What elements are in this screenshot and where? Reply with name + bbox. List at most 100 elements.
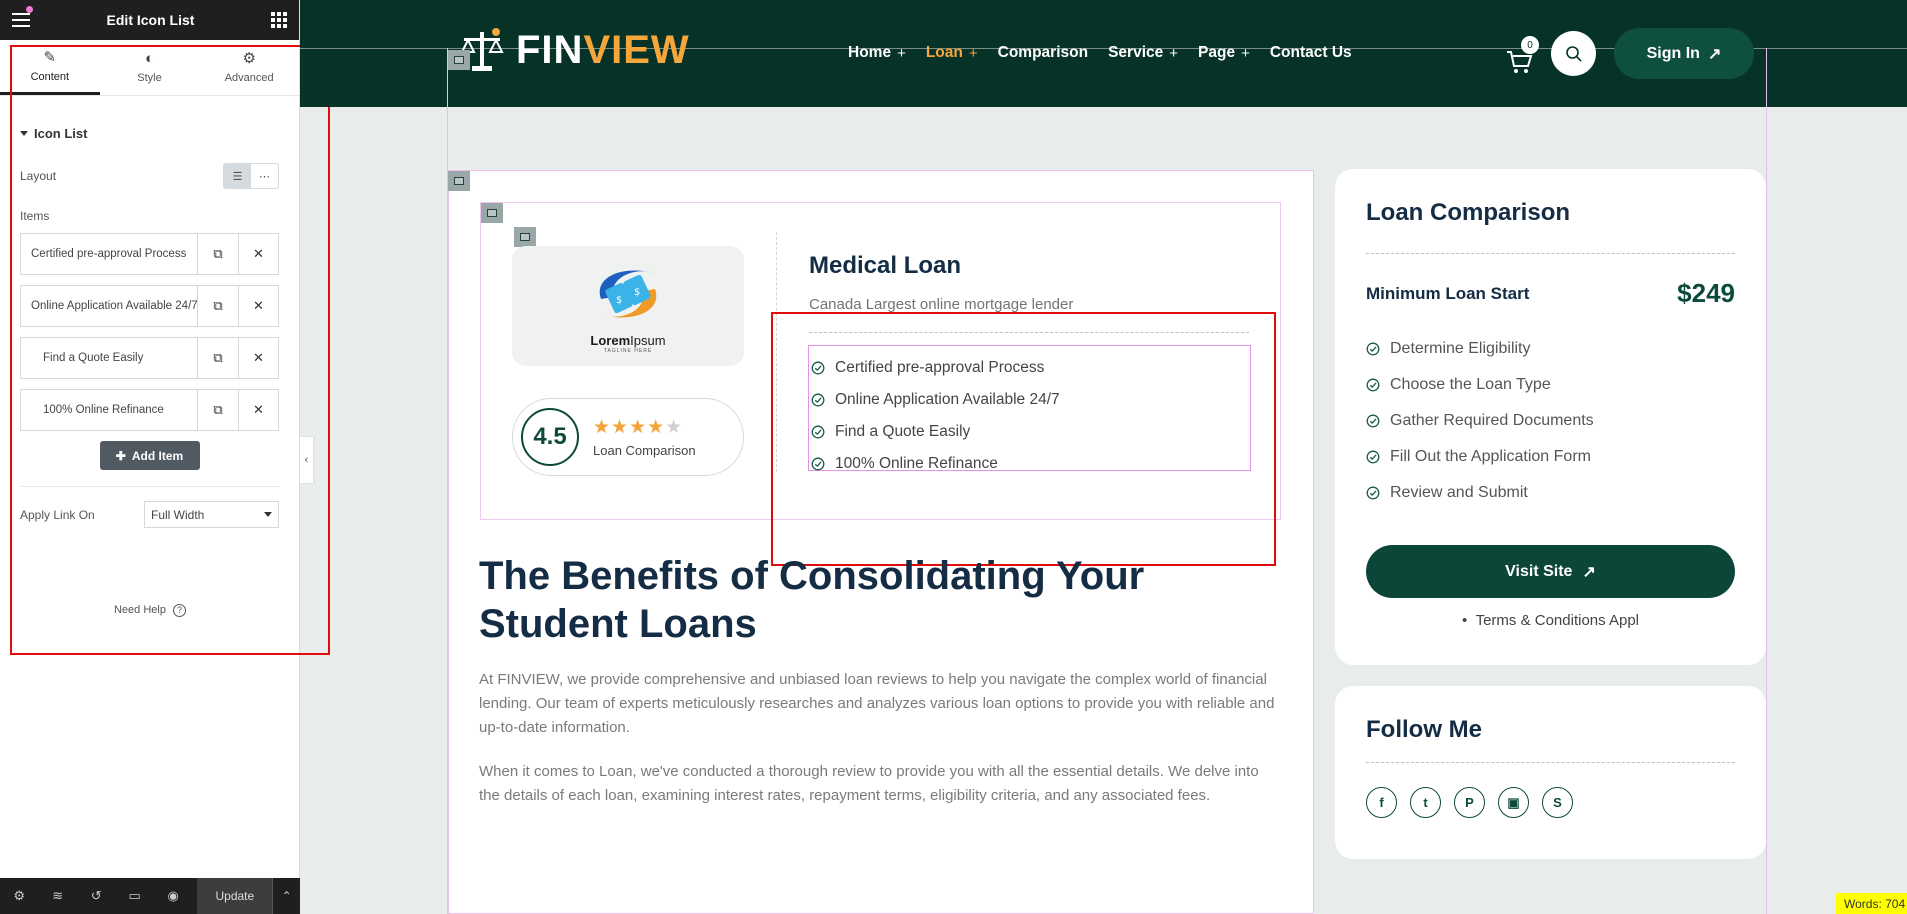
check-circle-icon [1366,486,1380,500]
panel-tabs: ✎ Content ◐ Style ⚙ Advanced [0,40,299,96]
section-guide-right [1766,48,1767,914]
search-icon [1565,45,1582,62]
inner-container-handle-icon[interactable] [481,203,503,223]
visit-site-label: Visit Site [1505,562,1573,580]
search-button[interactable] [1551,31,1596,76]
duplicate-icon[interactable]: ⧉ [198,234,238,274]
list-item-text: Gather Required Documents [1390,412,1594,429]
rating-label: Loan Comparison [593,443,696,458]
chevron-up-icon[interactable]: ⌃ [272,878,300,914]
chevron-down-icon [264,512,272,517]
site-logo[interactable]: FINVIEW [458,26,690,74]
list-item-text[interactable]: Find a Quote Easily [835,423,970,441]
notification-dot [26,6,33,13]
plus-icon: + [1241,44,1250,62]
tab-style[interactable]: ◐ Style [100,40,200,95]
apply-link-select[interactable]: Full Width [144,501,279,528]
nav-label: Home [848,44,892,61]
loan-subtitle: Canada Largest online mortgage lender [809,296,1074,313]
icon-list-section-toggle[interactable]: Icon List [0,126,299,141]
history-icon[interactable]: ↺ [77,888,115,904]
items-repeater: Certified pre-approval Process ⧉ ✕ Onlin… [0,233,299,470]
list-item: Determine Eligibility [1366,331,1735,367]
list-item-text: Review and Submit [1390,484,1528,501]
logo-tagline: TAGLINE HERE [603,347,653,354]
layout-list-icon[interactable]: ☰ [224,164,251,188]
panel-header: Edit Icon List [0,0,299,40]
twitch-icon[interactable]: ▣ [1498,787,1529,818]
rating-badge: 4.5 ★★★★★ Loan Comparison [512,398,744,476]
rating-details: ★★★★★ Loan Comparison [593,416,696,458]
nav-item-loan[interactable]: Loan + [926,44,978,62]
list-item: Online Application Available 24/7 [811,384,1250,416]
duplicate-icon[interactable]: ⧉ [198,390,238,430]
repeater-item-title[interactable]: 100% Online Refinance [21,390,198,430]
repeater-item-title[interactable]: Online Application Available 24/7 [21,286,198,326]
twitter-icon[interactable]: t [1410,787,1441,818]
pinterest-icon[interactable]: P [1454,787,1485,818]
repeater-item-title[interactable]: Certified pre-approval Process [21,234,198,274]
icon-list-widget[interactable]: Certified pre-approval Process Online Ap… [808,345,1251,472]
section-handle-icon[interactable] [448,50,470,70]
check-circle-icon [1366,414,1380,428]
update-button[interactable]: Update [197,878,273,914]
sign-in-label: Sign In [1646,44,1700,62]
tab-advanced[interactable]: ⚙ Advanced [199,40,299,95]
list-item-text: 100% Online Refinance [835,455,998,472]
skype-icon[interactable]: S [1542,787,1573,818]
tab-content[interactable]: ✎ Content [0,40,100,95]
terms-link[interactable]: • Terms & Conditions Appl [1366,612,1735,629]
need-help-link[interactable]: Need Help ? [0,604,300,617]
bullet-icon: • [1461,612,1476,629]
close-icon[interactable]: ✕ [238,338,278,378]
container-handle-icon[interactable] [448,171,470,191]
gear-icon: ⚙ [242,50,256,67]
minimum-loan-value: $249 [1677,278,1735,308]
column-handle-icon[interactable] [514,227,536,247]
layout-control: Layout ☰ ⋯ [0,163,299,189]
check-circle-icon [1366,342,1380,356]
layers-icon[interactable]: ≋ [38,888,76,904]
duplicate-icon[interactable]: ⧉ [198,338,238,378]
menu-icon[interactable] [12,13,30,27]
repeater-item-title[interactable]: Find a Quote Easily [21,338,198,378]
arrow-up-right-icon: ↗ [1707,45,1722,63]
follow-me-card: Follow Me f t P ▣ S [1335,686,1766,859]
panel-title: Edit Icon List [106,12,195,28]
layout-inline-icon[interactable]: ⋯ [251,164,278,188]
sign-in-button[interactable]: Sign In ↗ [1614,28,1754,79]
dashed-divider [809,332,1249,333]
tab-style-label: Style [137,72,162,84]
nav-item-service[interactable]: Service + [1108,44,1178,62]
nav-item-home[interactable]: Home + [848,44,906,62]
logo-brand: Lorem [590,332,631,348]
list-item: Review and Submit [1366,475,1735,511]
half-star: ★ [665,417,684,438]
visit-site-button[interactable]: Visit Site ↗ [1366,545,1735,598]
list-item-text: Choose the Loan Type [1390,376,1551,393]
close-icon[interactable]: ✕ [238,234,278,274]
facebook-icon[interactable]: f [1366,787,1397,818]
logo-text-fin: FIN [516,27,584,72]
main-nav: Home + Loan + Comparison Service + Page + Co… [848,44,1352,62]
logo-wordmark: LoremIpsum [590,333,665,348]
responsive-icon[interactable]: ▭ [115,888,153,904]
nav-item-contact[interactable]: Contact Us [1270,44,1352,62]
nav-item-comparison[interactable]: Comparison [998,44,1088,62]
close-icon[interactable]: ✕ [238,286,278,326]
preview-eye-icon[interactable]: ◉ [154,888,192,904]
close-icon[interactable]: ✕ [238,390,278,430]
widgets-grid-icon[interactable] [270,12,287,28]
collapse-panel-button[interactable]: ‹ [300,436,314,484]
duplicate-icon[interactable]: ⧉ [198,286,238,326]
full-stars: ★★★★ [593,417,666,438]
add-item-button[interactable]: ✚ Add Item [99,441,200,470]
logo-brand-2: Ipsum [630,332,666,348]
nav-item-page[interactable]: Page + [1198,44,1250,62]
settings-icon[interactable]: ⚙ [0,888,38,904]
steps-list: Determine Eligibility Choose the Loan Ty… [1366,331,1735,511]
list-item-text: Fill Out the Application Form [1390,448,1591,465]
loan-title: Medical Loan [809,252,962,279]
article-heading: The Benefits of Consolidating Your Stude… [479,554,1145,646]
lorem-ipsum-logo-icon: $ $ [599,270,657,317]
